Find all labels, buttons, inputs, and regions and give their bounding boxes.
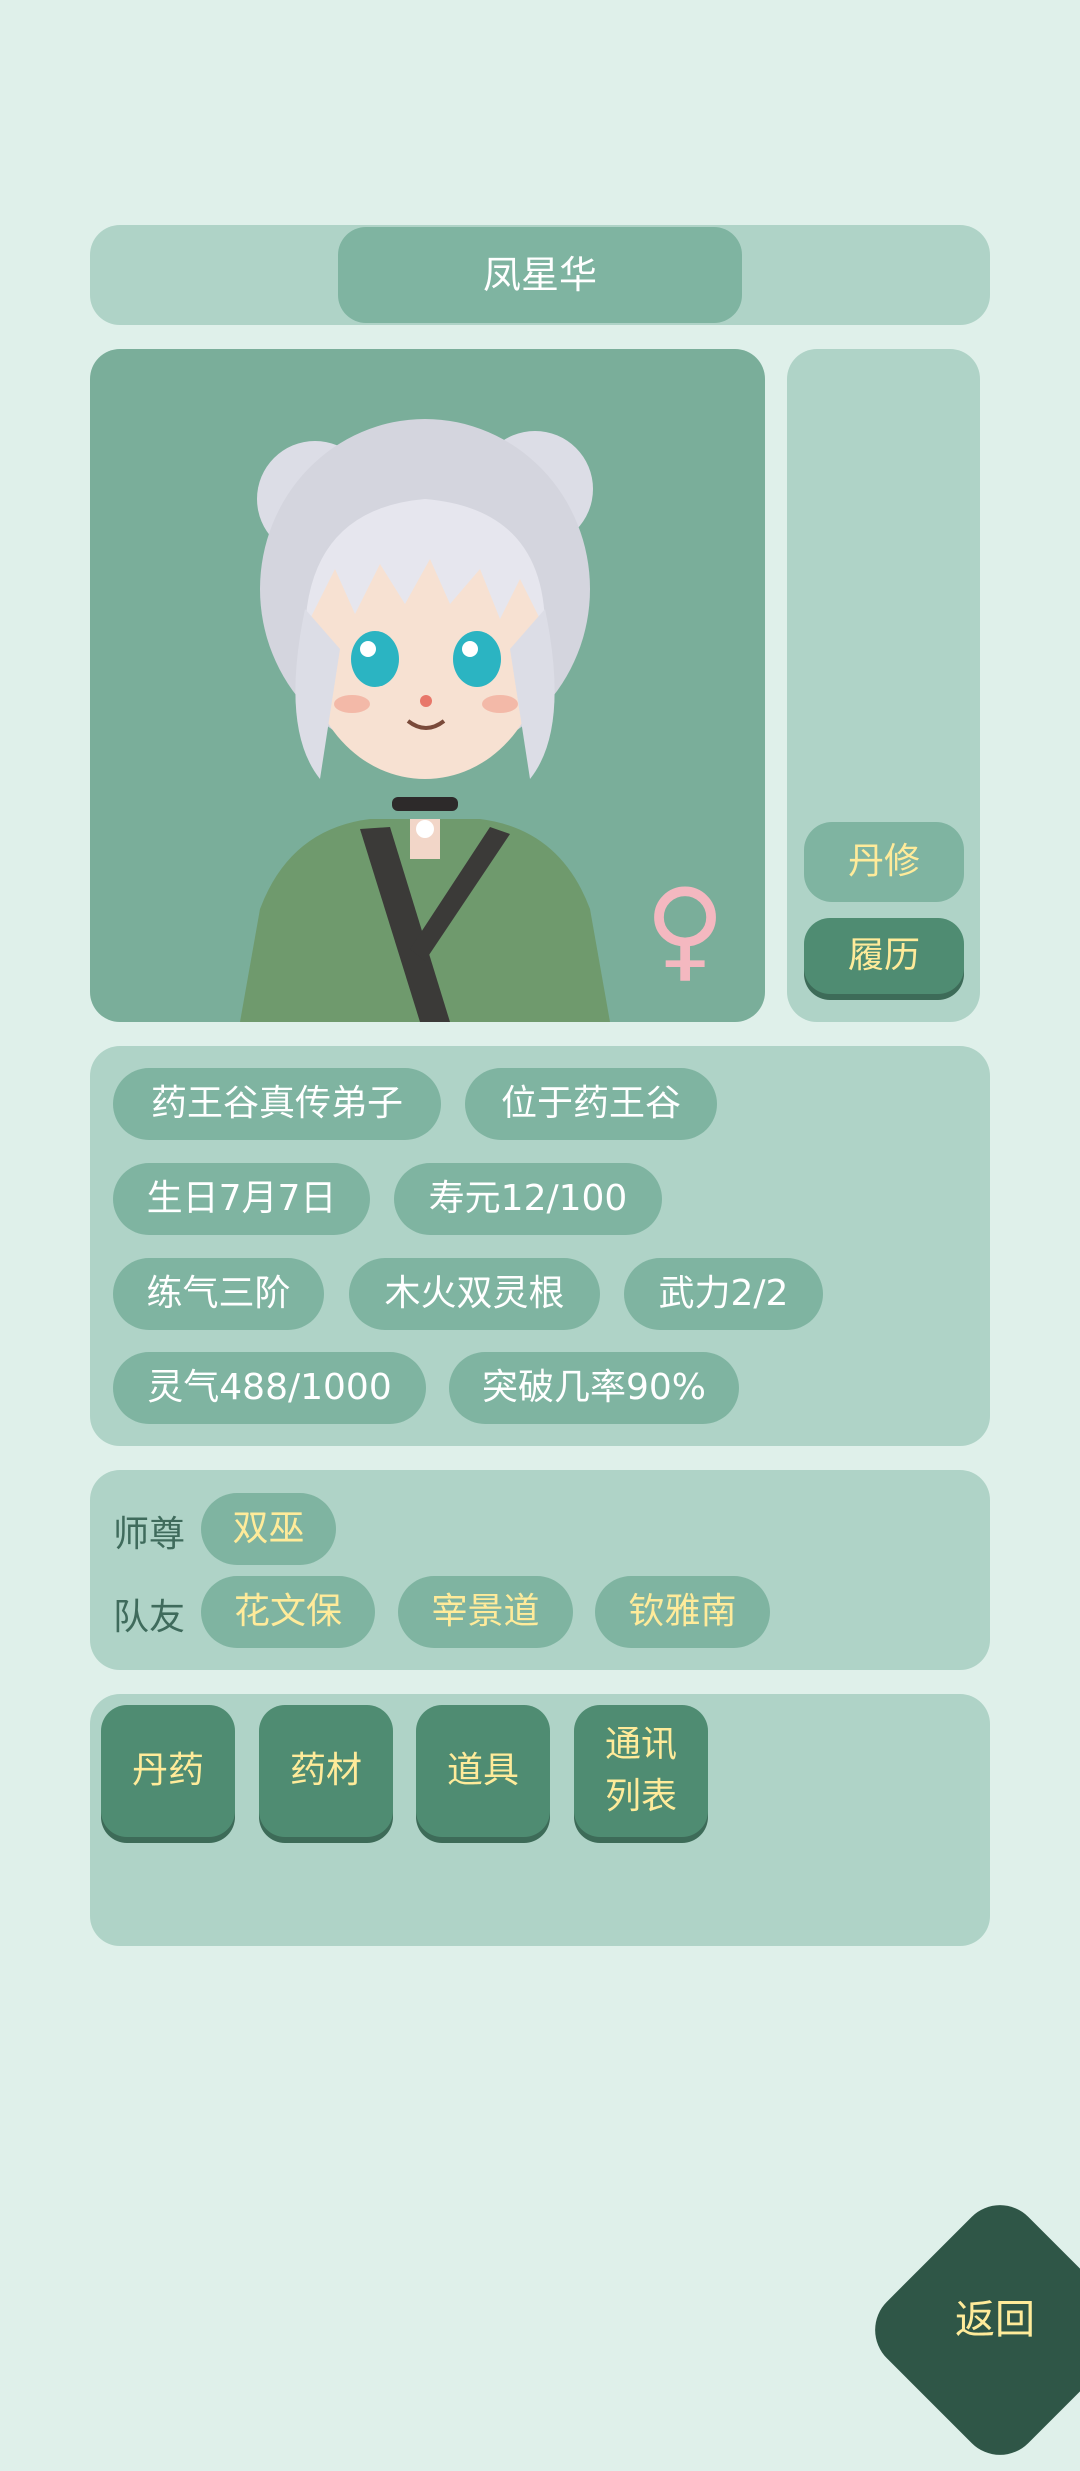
items-button[interactable]: 道具 xyxy=(416,1705,550,1837)
tag-lifespan: 寿元12/100 xyxy=(394,1163,662,1235)
name-tab: 凤星华 xyxy=(338,227,742,323)
contacts-list-label-line1: 通讯 xyxy=(604,1724,677,1765)
back-button[interactable]: 返回 xyxy=(930,2290,1060,2350)
master-chip[interactable]: 双巫 xyxy=(201,1493,336,1565)
contacts-list-button[interactable]: 通讯 列表 xyxy=(574,1705,708,1837)
tag-sect-disciple: 药王谷真传弟子 xyxy=(113,1068,441,1140)
teammate-chip[interactable]: 宰景道 xyxy=(398,1576,573,1648)
history-button[interactable]: 履历 xyxy=(804,918,964,994)
contacts-list-label-line2: 列表 xyxy=(604,1776,677,1817)
portrait-panel: ♀ xyxy=(90,349,765,1022)
teammates-label: 队友 xyxy=(113,1597,186,1638)
dan-xiu-button[interactable]: 丹修 xyxy=(804,822,964,902)
tag-spirit-root: 木火双灵根 xyxy=(349,1258,600,1330)
tag-spirit-energy: 灵气488/1000 xyxy=(113,1352,426,1424)
master-label: 师尊 xyxy=(113,1514,186,1555)
female-symbol-icon: ♀ xyxy=(644,865,726,993)
teammate-chip[interactable]: 钦雅南 xyxy=(595,1576,770,1648)
tag-birthday: 生日7月7日 xyxy=(113,1163,370,1235)
tag-martial-power: 武力2/2 xyxy=(624,1258,823,1330)
teammate-chip[interactable]: 花文保 xyxy=(201,1576,375,1648)
tag-cultivation-level: 练气三阶 xyxy=(113,1258,324,1330)
pills-button[interactable]: 丹药 xyxy=(101,1705,235,1837)
herbs-button[interactable]: 药材 xyxy=(259,1705,393,1837)
tag-location: 位于药王谷 xyxy=(465,1068,717,1140)
tag-breakthrough-rate: 突破几率90% xyxy=(449,1352,739,1424)
